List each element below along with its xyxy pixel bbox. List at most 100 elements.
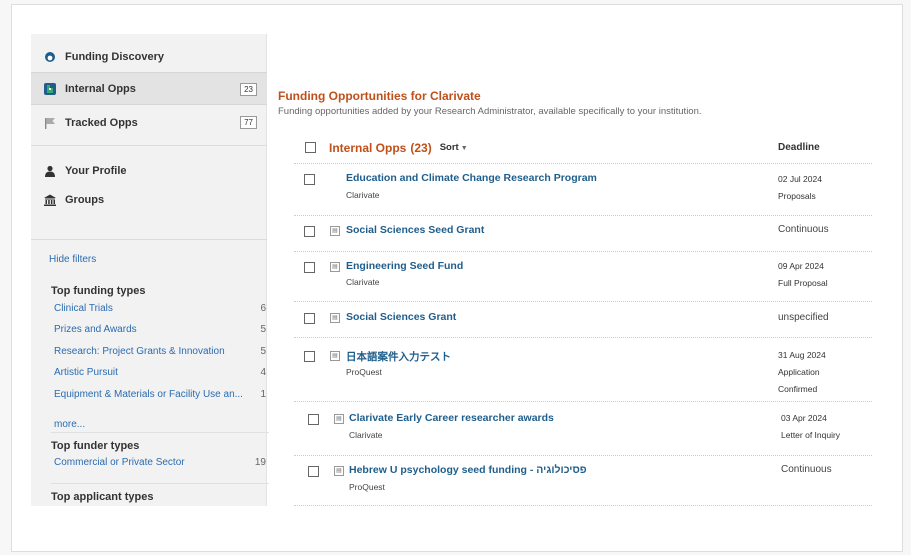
deadline-date: Continuous [781, 464, 832, 475]
internal-opps-icon [43, 82, 57, 96]
document-icon: ▤ [330, 226, 340, 236]
deadline-cell: 03 Apr 2024 Letter of Inquiry [781, 410, 840, 444]
opportunity-org: Clarivate [349, 430, 383, 440]
opportunity-row: ▤ 日本語案件入力テスト ProQuest 31 Aug 2024 Applic… [294, 338, 872, 402]
row-checkbox[interactable] [304, 262, 315, 273]
deadline-header: Deadline [778, 142, 820, 153]
filter-item-label: Equipment & Materials or Facility Use an… [54, 389, 243, 400]
opportunity-title-link[interactable]: Education and Climate Change Research Pr… [346, 172, 597, 184]
funding-types-heading: Top funding types [51, 285, 146, 297]
row-checkbox[interactable] [304, 313, 315, 324]
filter-item[interactable]: Research: Project Grants & Innovation 5 [54, 346, 266, 357]
filter-item-count: 5 [260, 324, 266, 335]
hide-filters-link[interactable]: Hide filters [49, 254, 96, 265]
opportunity-title-link[interactable]: 日本語案件入力テスト [346, 349, 451, 364]
row-checkbox[interactable] [304, 226, 315, 237]
opportunity-title-link[interactable]: Social Sciences Grant [346, 311, 456, 323]
document-icon: ▤ [330, 262, 340, 272]
sort-dropdown[interactable]: Sort ▼ [440, 142, 468, 153]
list-header: Internal Opps (23) Sort ▼ Deadline [294, 132, 872, 164]
filter-item-label: Commercial or Private Sector [54, 457, 185, 468]
filter-item-count: 4 [260, 367, 266, 378]
document-icon: ▤ [330, 313, 340, 323]
flag-icon [43, 116, 57, 130]
select-all-checkbox[interactable] [305, 142, 316, 153]
filter-item[interactable]: Prizes and Awards 5 [54, 324, 266, 335]
opportunity-title-link[interactable]: Social Sciences Seed Grant [346, 224, 484, 236]
building-icon [43, 193, 57, 207]
opportunity-row: ▤ Clarivate Early Career researcher awar… [294, 402, 872, 456]
filter-item-label: Artistic Pursuit [54, 367, 118, 378]
opportunity-row: Education and Climate Change Research Pr… [294, 164, 872, 216]
filter-item[interactable]: Equipment & Materials or Facility Use an… [54, 389, 266, 400]
opportunity-row: ▤ Engineering Seed Fund Clarivate 09 Apr… [294, 252, 872, 302]
row-checkbox[interactable] [304, 351, 315, 362]
more-link[interactable]: more... [54, 419, 85, 430]
document-icon: ▤ [334, 466, 344, 476]
filter-item-count: 1 [260, 389, 266, 400]
deadline-cell: 02 Jul 2024 Proposals [778, 171, 822, 205]
nav-funding-discovery-label: Funding Discovery [65, 50, 165, 63]
opportunity-row: ▤ Social Sciences Grant unspecified [294, 302, 872, 338]
deadline-cell: 31 Aug 2024 Application Confirmed [778, 347, 826, 398]
deadline-type: Application [778, 367, 820, 377]
filter-item-label: Prizes and Awards [54, 324, 137, 335]
list-title: Internal Opps (23) [329, 141, 432, 155]
sidebar: Funding Discovery Internal Opps 23 Track… [31, 34, 267, 506]
deadline-type: Full Proposal [778, 278, 828, 288]
row-checkbox[interactable] [308, 466, 319, 477]
opportunity-title-link[interactable]: Engineering Seed Fund [346, 260, 463, 272]
filter-item[interactable]: Commercial or Private Sector 19 [54, 457, 266, 468]
row-checkbox[interactable] [304, 174, 315, 185]
nav-tracked-opps[interactable]: Tracked Opps 77 [31, 106, 267, 139]
filter-item-count: 5 [260, 346, 266, 357]
deadline-type: Letter of Inquiry [781, 430, 841, 440]
person-icon [43, 164, 57, 178]
filter-item-label: Research: Project Grants & Innovation [54, 346, 225, 357]
filter-divider [51, 432, 269, 433]
opportunity-row: ▤ Social Sciences Seed Grant Continuous [294, 216, 872, 252]
filter-item-count: 19 [254, 457, 266, 468]
opportunity-org: Clarivate [346, 190, 380, 200]
deadline-date: 09 Apr 2024 [778, 261, 824, 271]
deadline-date: unspecified [778, 312, 829, 323]
deadline-cell: unspecified [778, 309, 829, 326]
page-title: Funding Opportunities for Clarivate [278, 89, 481, 103]
filter-item[interactable]: Artistic Pursuit 4 [54, 367, 266, 378]
deadline-date: 02 Jul 2024 [778, 174, 822, 184]
list-title-label: Internal Opps [329, 140, 407, 155]
internal-opps-count-badge: 23 [240, 83, 257, 96]
nav-groups[interactable]: Groups [31, 183, 267, 216]
filter-item[interactable]: Clinical Trials 6 [54, 303, 266, 314]
filter-item-count: 6 [260, 303, 266, 314]
deadline-cell: Continuous [778, 221, 829, 238]
deadline-cell: 09 Apr 2024 Full Proposal [778, 258, 828, 292]
caret-down-icon: ▼ [460, 145, 468, 152]
sidebar-divider [31, 239, 267, 240]
funder-types-heading: Top funder types [51, 440, 140, 452]
document-icon: ▤ [330, 351, 340, 361]
deadline-type: Proposals [778, 191, 816, 201]
list-count: (23) [410, 140, 432, 155]
deadline-date: 03 Apr 2024 [781, 413, 827, 423]
deadline-date: 31 Aug 2024 [778, 350, 826, 360]
opportunity-org: Clarivate [346, 277, 380, 287]
nav-internal-opps-label: Internal Opps [65, 82, 136, 95]
deadline-status: Confirmed [778, 384, 818, 394]
nav-your-profile-label: Your Profile [65, 164, 127, 177]
document-icon: ▤ [334, 414, 344, 424]
opportunity-title-link[interactable]: Clarivate Early Career researcher awards [349, 412, 554, 424]
filter-divider [51, 483, 269, 484]
nav-groups-label: Groups [65, 193, 105, 206]
funding-discovery-icon [43, 50, 57, 64]
nav-funding-discovery[interactable]: Funding Discovery [31, 40, 267, 73]
opportunity-title-link[interactable]: Hebrew U psychology seed funding - פסיכו… [349, 464, 587, 476]
deadline-cell: Continuous [781, 461, 832, 478]
tracked-opps-count-badge: 77 [240, 116, 257, 129]
sort-label: Sort [439, 142, 459, 153]
applicant-types-heading: Top applicant types [51, 491, 154, 503]
nav-internal-opps[interactable]: Internal Opps 23 [31, 72, 267, 105]
sidebar-divider [31, 145, 267, 146]
opportunity-org: ProQuest [346, 367, 382, 377]
row-checkbox[interactable] [308, 414, 319, 425]
